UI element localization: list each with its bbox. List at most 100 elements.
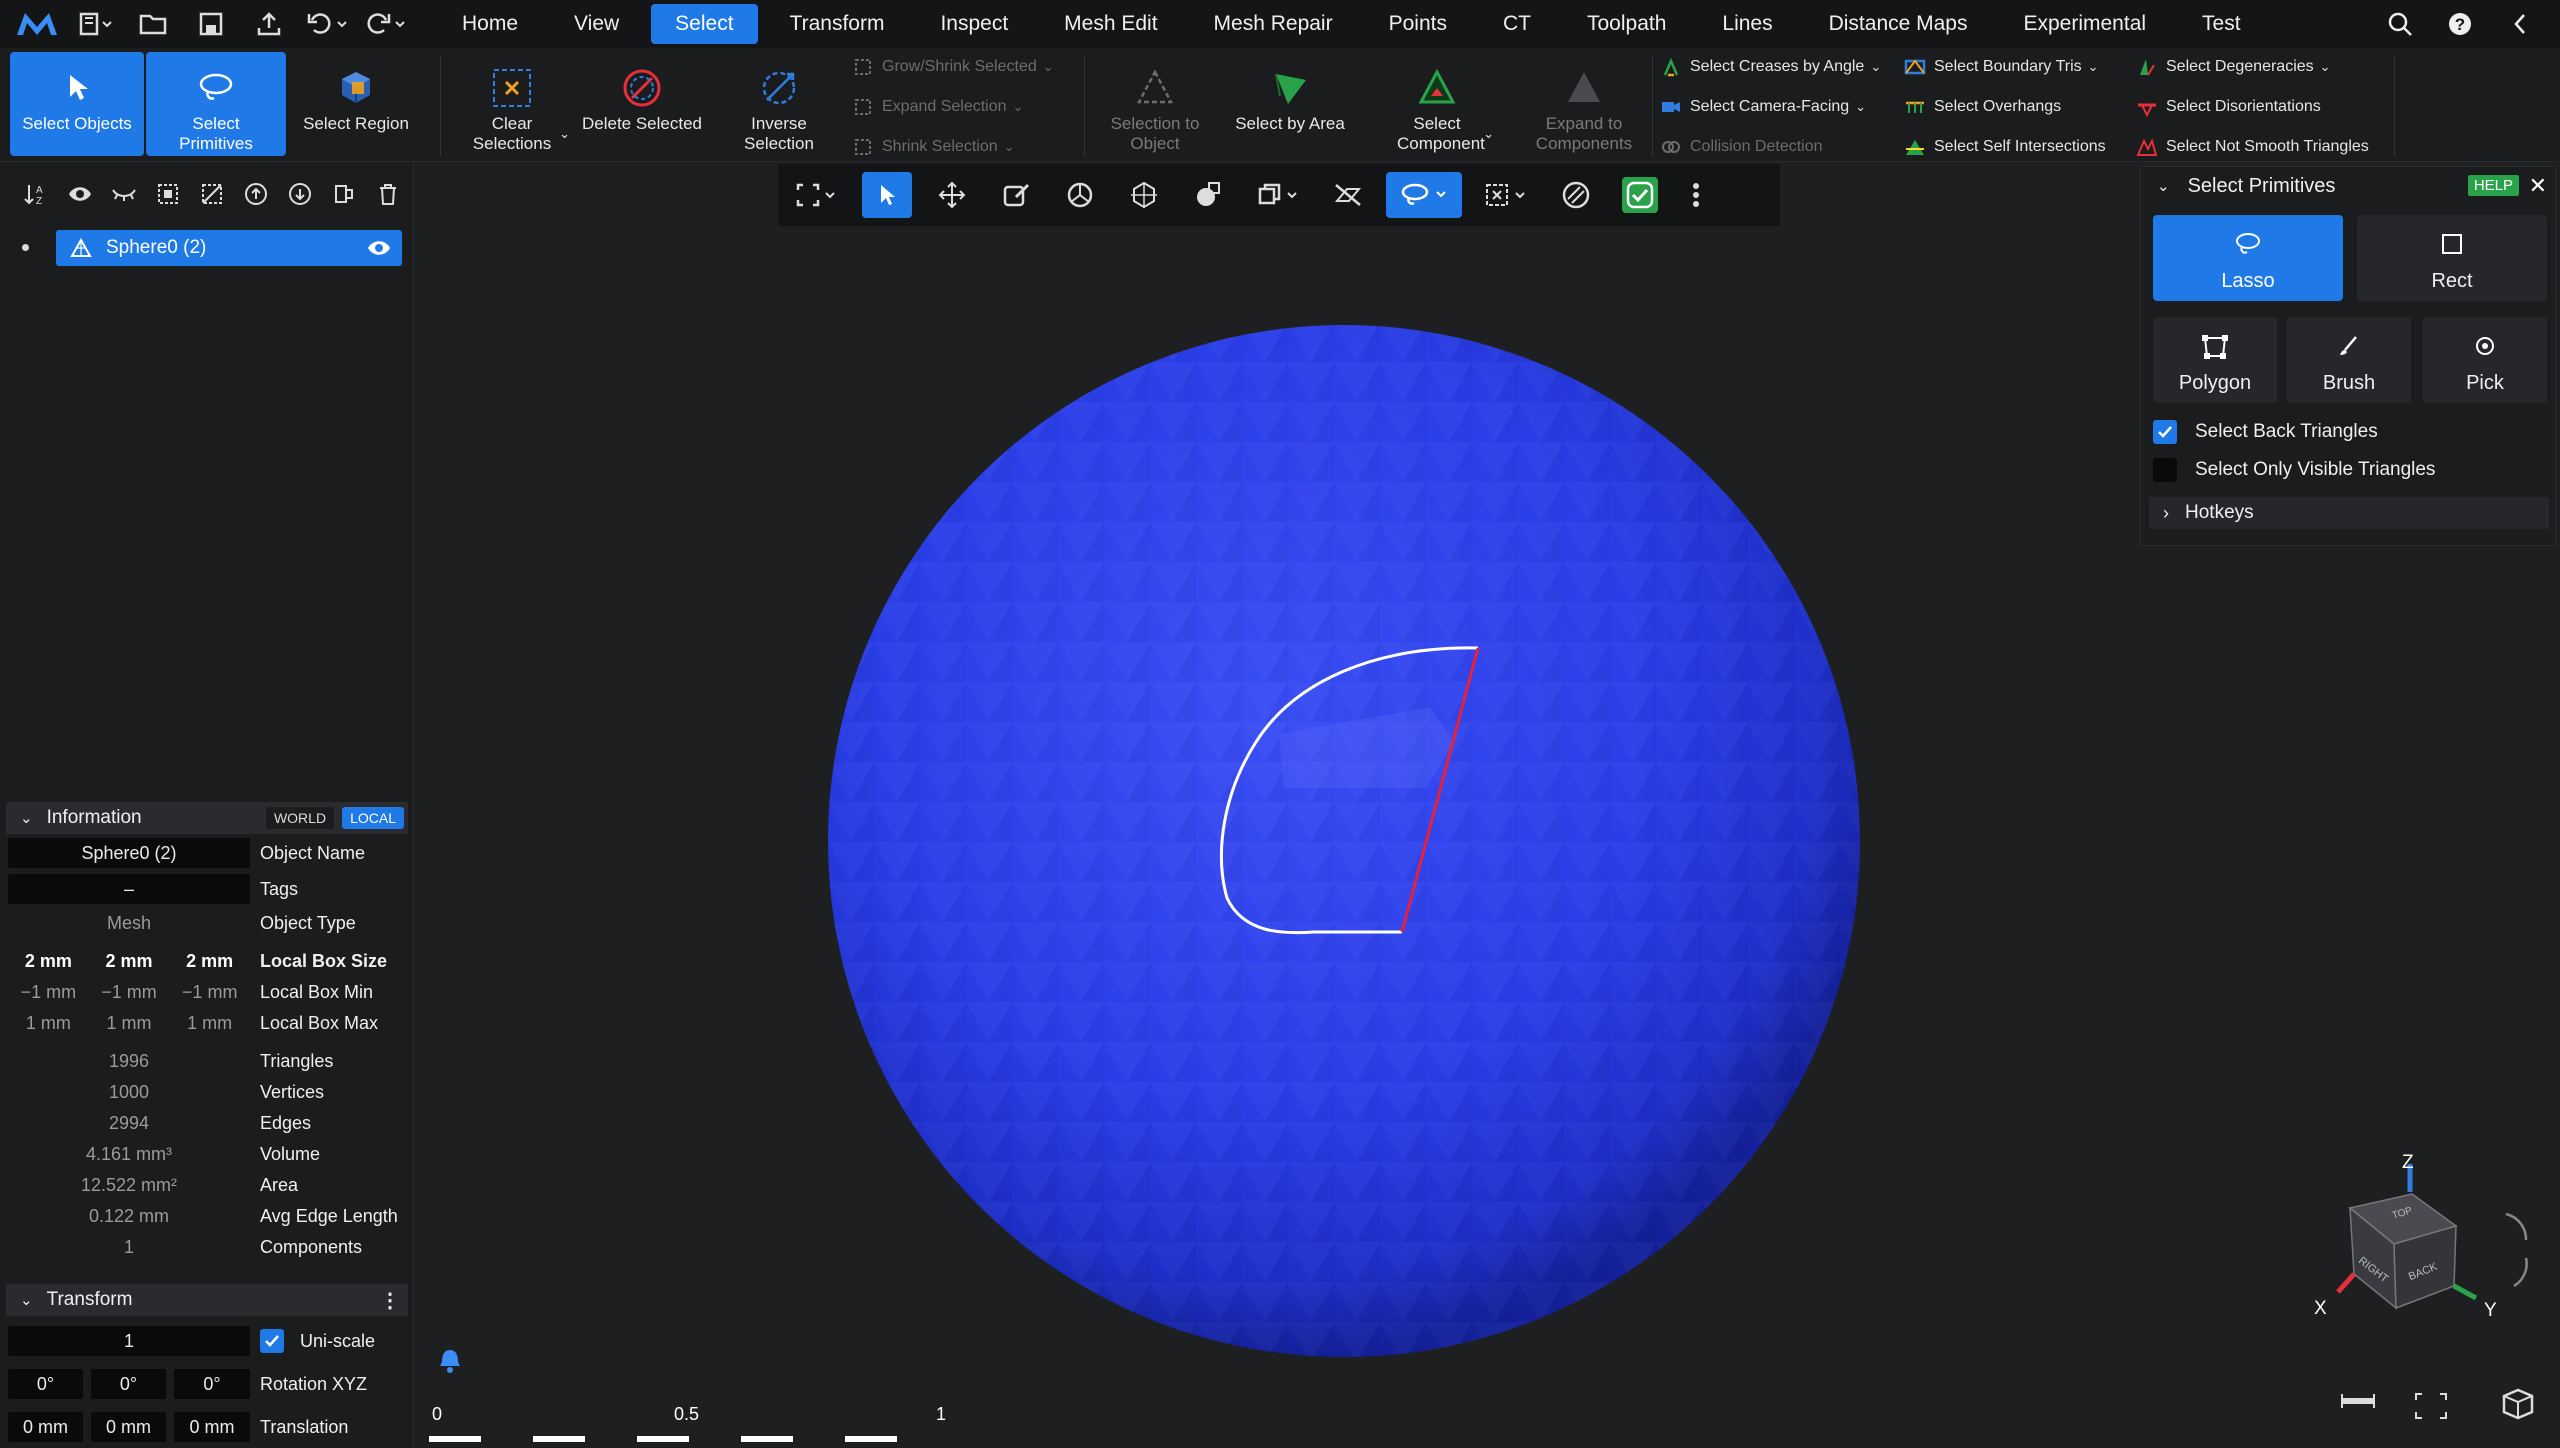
show-icon[interactable]: [58, 172, 102, 216]
translation-x-field[interactable]: 0 mm: [8, 1412, 83, 1442]
inverse-selection-button[interactable]: Inverse Selection: [714, 52, 844, 156]
hide-icon[interactable]: [102, 172, 146, 216]
new-file-icon[interactable]: [66, 0, 124, 48]
lasso-mode-icon[interactable]: [1386, 172, 1462, 218]
translation-y-field[interactable]: 0 mm: [91, 1412, 166, 1442]
tab-test[interactable]: Test: [2178, 4, 2265, 44]
pick-mode-button[interactable]: Pick: [2423, 317, 2547, 403]
select-by-area-button[interactable]: Select by Area: [1222, 52, 1358, 156]
select-degeneracies-button[interactable]: Select Degeneracies ⌄: [2136, 52, 2331, 82]
select-boundary-tris-button[interactable]: Select Boundary Tris ⌄: [1904, 52, 2099, 82]
polygon-mode-button[interactable]: Polygon: [2153, 317, 2277, 403]
uniscale-checkbox[interactable]: Uni-scale: [260, 1329, 375, 1353]
world-toggle[interactable]: WORLD: [265, 807, 335, 829]
tab-view[interactable]: View: [550, 4, 643, 44]
select-objects-button[interactable]: Select Objects: [10, 52, 144, 156]
tab-experimental[interactable]: Experimental: [1999, 4, 2170, 44]
hide-selection-icon[interactable]: [1316, 164, 1380, 226]
collision-detection-button[interactable]: Collision Detection: [1660, 132, 1823, 162]
select-all-icon[interactable]: [146, 172, 190, 216]
chevron-down-icon[interactable]: ⌄: [2157, 177, 2170, 195]
edit-transform-icon[interactable]: [984, 164, 1048, 226]
tab-select[interactable]: Select: [651, 4, 758, 44]
information-header[interactable]: ⌄ Information WORLD LOCAL: [6, 802, 408, 834]
orbit-icon[interactable]: [1048, 164, 1112, 226]
shrink-selection-button[interactable]: Shrink Selection ⌄: [852, 132, 1015, 162]
split-view-icon[interactable]: [322, 172, 366, 216]
object-name-field[interactable]: Sphere0 (2): [8, 838, 250, 868]
selection-to-object-button[interactable]: Selection to Object: [1096, 52, 1214, 156]
select-self-intersections-button[interactable]: Select Self Intersections: [1904, 132, 2106, 162]
export-icon[interactable]: [240, 0, 298, 48]
help-badge[interactable]: HELP: [2467, 175, 2519, 196]
select-creases-button[interactable]: Select Creases by Angle ⌄: [1660, 52, 1881, 82]
redo-icon[interactable]: [356, 0, 414, 48]
rotation-y-field[interactable]: 0°: [91, 1369, 166, 1399]
tab-points[interactable]: Points: [1365, 4, 1471, 44]
transform-header[interactable]: ⌄ Transform ⋮: [6, 1284, 408, 1316]
fit-view-icon[interactable]: [2415, 1393, 2447, 1419]
expand-to-components-button[interactable]: Expand to Components: [1520, 52, 1648, 156]
open-folder-icon[interactable]: [124, 0, 182, 48]
sphere-mesh[interactable]: [828, 325, 1860, 1357]
brush-mode-button[interactable]: Brush: [2287, 317, 2411, 403]
tab-home[interactable]: Home: [438, 4, 542, 44]
undo-icon[interactable]: [298, 0, 356, 48]
select-primitives-button[interactable]: Select Primitives: [146, 52, 286, 156]
more-tools-icon[interactable]: [1672, 164, 1720, 226]
trash-icon[interactable]: [366, 172, 410, 216]
close-icon[interactable]: ✕: [2529, 173, 2547, 199]
notification-bell-icon[interactable]: [440, 1350, 460, 1373]
lasso-mode-button[interactable]: Lasso: [2153, 215, 2343, 301]
rect-mode-button[interactable]: Rect: [2357, 215, 2547, 301]
tab-toolpath[interactable]: Toolpath: [1563, 4, 1690, 44]
select-not-smooth-button[interactable]: Select Not Smooth Triangles: [2136, 132, 2369, 162]
search-icon[interactable]: [2370, 0, 2430, 48]
view-cube[interactable]: [2336, 1164, 2528, 1310]
select-tool-icon[interactable]: [862, 172, 912, 218]
tab-transform[interactable]: Transform: [766, 4, 909, 44]
select-back-triangles-checkbox[interactable]: Select Back Triangles: [2153, 417, 2378, 447]
move-up-icon[interactable]: [234, 172, 278, 216]
select-region-button[interactable]: Select Region: [292, 52, 420, 156]
hotkeys-expander[interactable]: › Hotkeys: [2149, 497, 2549, 529]
sort-icon[interactable]: AZ: [14, 172, 58, 216]
translation-z-field[interactable]: 0 mm: [174, 1412, 250, 1442]
move-down-icon[interactable]: [278, 172, 322, 216]
collapse-icon[interactable]: [2490, 0, 2550, 48]
select-disorientations-button[interactable]: Select Disorientations: [2136, 92, 2321, 122]
app-logo-icon[interactable]: [8, 0, 66, 48]
expand-selection-button[interactable]: Expand Selection ⌄: [852, 92, 1023, 122]
tab-mesh-edit[interactable]: Mesh Edit: [1040, 4, 1181, 44]
tab-inspect[interactable]: Inspect: [916, 4, 1032, 44]
clear-selections-button[interactable]: Clear Selections ⌄: [448, 52, 576, 156]
tab-lines[interactable]: Lines: [1698, 4, 1796, 44]
clear-selection-tool-icon[interactable]: [1468, 164, 1544, 226]
snap-icon[interactable]: [1112, 164, 1176, 226]
move-tool-icon[interactable]: [920, 164, 984, 226]
rotation-x-field[interactable]: 0°: [8, 1369, 83, 1399]
deselect-icon[interactable]: [190, 172, 234, 216]
isolate-icon[interactable]: [1544, 164, 1608, 226]
visibility-eye-icon[interactable]: [366, 238, 392, 258]
select-overhangs-button[interactable]: Select Overhangs: [1904, 92, 2061, 122]
help-icon[interactable]: ?: [2430, 0, 2490, 48]
scene-tree-item[interactable]: Sphere0 (2): [56, 230, 402, 266]
tab-mesh-repair[interactable]: Mesh Repair: [1190, 4, 1357, 44]
scale-field[interactable]: 1: [8, 1326, 250, 1356]
local-toggle[interactable]: LOCAL: [342, 807, 404, 829]
accept-icon[interactable]: [1608, 164, 1672, 226]
duplicate-icon[interactable]: [1240, 164, 1316, 226]
save-icon[interactable]: [182, 0, 240, 48]
cube-projection-icon[interactable]: [2502, 1388, 2534, 1420]
select-camera-facing-button[interactable]: Select Camera-Facing ⌄: [1660, 92, 1866, 122]
delete-selected-button[interactable]: Delete Selected: [578, 52, 706, 156]
tab-ct[interactable]: CT: [1479, 4, 1555, 44]
select-component-button[interactable]: Select Component ⌄: [1376, 52, 1498, 156]
tags-field[interactable]: –: [8, 874, 250, 904]
more-options-icon[interactable]: ⋮: [380, 1288, 400, 1313]
grow-shrink-button[interactable]: Grow/Shrink Selected ⌄: [852, 52, 1054, 82]
fit-selection-icon[interactable]: [778, 164, 854, 226]
mesh-component-icon[interactable]: [1176, 164, 1240, 226]
rotation-z-field[interactable]: 0°: [174, 1369, 250, 1399]
